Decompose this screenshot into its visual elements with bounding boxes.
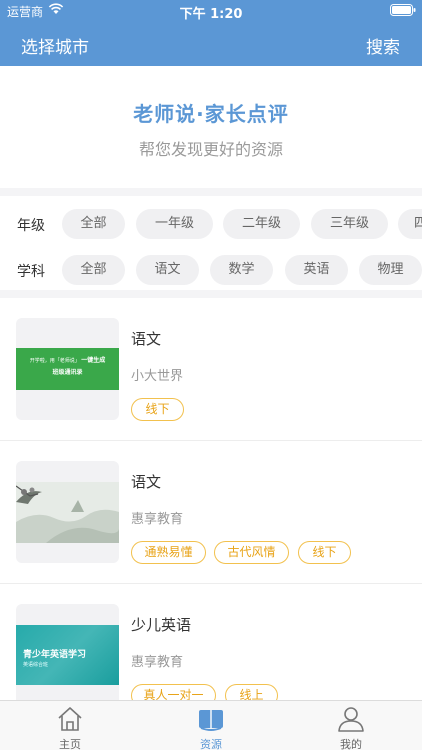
book-icon	[199, 710, 223, 731]
select-city-button[interactable]: 选择城市	[21, 33, 89, 58]
tab-home[interactable]: 主页	[0, 701, 140, 750]
tab-profile[interactable]: 我的	[281, 701, 421, 750]
banner: 老师说·家长点评 帮您发现更好的资源	[0, 66, 422, 188]
landscape-image	[16, 482, 119, 543]
resource-tag: 通熟易懂	[131, 541, 206, 564]
promo-image: 开学啦，用「老师说」 一键生成 班级通讯录	[16, 348, 119, 390]
subject-chip-english[interactable]: 英语	[285, 255, 348, 285]
banner-title: 老师说·家长点评	[133, 102, 289, 126]
resource-card[interactable]: 开学啦，用「老师说」 一键生成 班级通讯录 语文 小大世界 线下	[0, 298, 422, 441]
resource-card[interactable]: 青少年英语学习 英语综合班 少儿英语 惠享教育 真人一对一 线上	[0, 584, 422, 700]
resource-title: 少儿英语	[131, 616, 192, 634]
banner-subtitle: 帮您发现更好的资源	[138, 140, 283, 159]
filter-panel: 年级 全部 一年级 二年级 三年级 四 学科 全部 语文 数学 英语 物理	[0, 196, 422, 290]
subject-chip-all[interactable]: 全部	[62, 255, 125, 285]
tab-label: 主页	[59, 738, 81, 750]
promo-image: 青少年英语学习 英语综合班	[16, 625, 119, 685]
resource-org: 小大世界	[131, 369, 184, 384]
grade-chip-3[interactable]: 三年级	[311, 209, 388, 239]
status-bar: 运营商 下午 1:20	[0, 0, 422, 22]
tab-bar: 主页 资源 我的	[0, 700, 422, 750]
resource-card[interactable]: 语文 惠享教育 通熟易懂 古代风情 线下	[0, 441, 422, 584]
grade-chip-1[interactable]: 一年级	[136, 209, 213, 239]
subject-filter-label: 学科	[17, 264, 45, 280]
resource-tag: 线下	[298, 541, 351, 564]
grade-chip-2[interactable]: 二年级	[223, 209, 300, 239]
user-icon	[338, 707, 364, 732]
status-time: 下午 1:20	[179, 7, 243, 22]
resource-thumbnail: 开学啦，用「老师说」 一键生成 班级通讯录	[16, 318, 119, 420]
nav-bar: 选择城市 搜索	[0, 22, 422, 66]
resource-title: 语文	[131, 330, 162, 348]
resource-org: 惠享教育	[131, 655, 184, 670]
grade-chip-4[interactable]: 四	[398, 209, 422, 239]
subject-chip-math[interactable]: 数学	[210, 255, 273, 285]
search-button[interactable]: 搜索	[366, 33, 400, 58]
tab-resources[interactable]: 资源	[141, 701, 281, 750]
home-icon	[58, 707, 82, 731]
resource-org: 惠享教育	[131, 512, 184, 527]
grade-chip-all[interactable]: 全部	[62, 209, 125, 239]
resource-tag: 古代风情	[214, 541, 289, 564]
resource-thumbnail	[16, 461, 119, 563]
subject-chip-chinese[interactable]: 语文	[136, 255, 199, 285]
grade-filter-label: 年级	[17, 218, 45, 234]
resource-tag: 线上	[225, 684, 278, 700]
resource-thumbnail: 青少年英语学习 英语综合班	[16, 604, 119, 700]
tab-label: 我的	[340, 738, 362, 750]
resource-tag: 线下	[131, 398, 184, 421]
battery-icon	[390, 4, 416, 16]
resource-list: 开学啦，用「老师说」 一键生成 班级通讯录 语文 小大世界 线下 语文 惠享教育…	[0, 298, 422, 700]
resource-tag: 真人一对一	[131, 684, 216, 700]
resource-title: 语文	[131, 473, 162, 491]
subject-chip-physics[interactable]: 物理	[359, 255, 422, 285]
tab-label: 资源	[200, 738, 222, 750]
